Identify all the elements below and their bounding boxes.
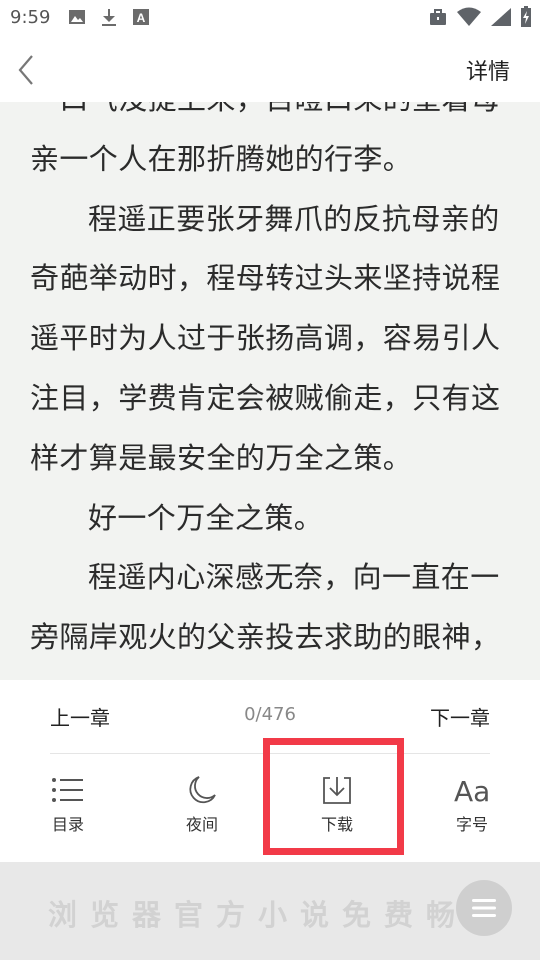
menu-icon [472, 899, 496, 917]
signal-icon [491, 8, 511, 26]
toc-label: 目录 [51, 815, 84, 834]
reader-control-panel: 上一章 0/476 下一章 目录 夜间 下载 Aa 字号 [0, 680, 540, 862]
font-size-label: 字号 [455, 815, 488, 834]
paragraph: 好一个万全之策。 [88, 500, 324, 535]
font-size-icon: Aa [454, 775, 490, 805]
chapter-nav: 上一章 0/476 下一章 [0, 680, 540, 752]
svg-text:A: A [137, 11, 146, 25]
next-chapter-button[interactable]: 下一章 [430, 702, 490, 731]
reader-content[interactable]: 一口气没提上来，目瞪口呆的望着母亲一个人在那折腾她的行李。 程遥正要张牙舞爪的反… [0, 102, 540, 680]
status-bar: 9:59 A [0, 0, 540, 36]
moon-icon [189, 776, 216, 804]
divider [50, 753, 490, 754]
download-label: 下载 [320, 815, 353, 834]
wifi-icon [457, 7, 481, 26]
toc-button[interactable]: 目录 [28, 775, 108, 845]
status-time: 9:59 [10, 7, 51, 28]
list-icon [52, 778, 83, 802]
ad-text: 浏览器官方小说免费畅读 [48, 898, 511, 932]
download-icon [102, 9, 116, 26]
detail-button[interactable]: 详情 [466, 54, 510, 86]
menu-fab-button[interactable] [456, 880, 512, 936]
night-label: 夜间 [185, 815, 218, 834]
download-box-icon [323, 777, 351, 804]
ad-banner[interactable]: 浏览器官方小说免费畅读 [0, 862, 540, 960]
paragraph: 一口气没提上来，目瞪口呆的望着母亲一个人在那折腾她的行李。 [30, 102, 500, 176]
download-button[interactable]: 下载 [297, 775, 377, 845]
top-bar: 详情 [0, 36, 540, 102]
night-mode-button[interactable]: 夜间 [162, 775, 242, 845]
font-icon-text: Aa [454, 775, 490, 805]
font-size-button[interactable]: Aa 字号 [432, 775, 512, 845]
paragraph: 程遥正要张牙舞爪的反抗母亲的奇葩举动时，程母转过头来坚持说程遥平时为人过于张扬高… [30, 201, 501, 475]
status-right-icons [428, 6, 532, 28]
battery-icon [521, 6, 531, 27]
reader-text: 一口气没提上来，目瞪口呆的望着母亲一个人在那折腾她的行李。 程遥正要张牙舞爪的反… [30, 102, 512, 668]
a-badge-icon: A [133, 9, 149, 25]
briefcase-icon [430, 9, 446, 25]
paragraph: 程遥内心深感无奈，向一直在一旁隔岸观火的父亲投去求助的眼神， [30, 560, 501, 655]
image-icon [69, 10, 85, 24]
back-button[interactable] [12, 52, 42, 88]
chevron-left-icon [18, 55, 33, 85]
status-left-icons: A [68, 8, 150, 28]
